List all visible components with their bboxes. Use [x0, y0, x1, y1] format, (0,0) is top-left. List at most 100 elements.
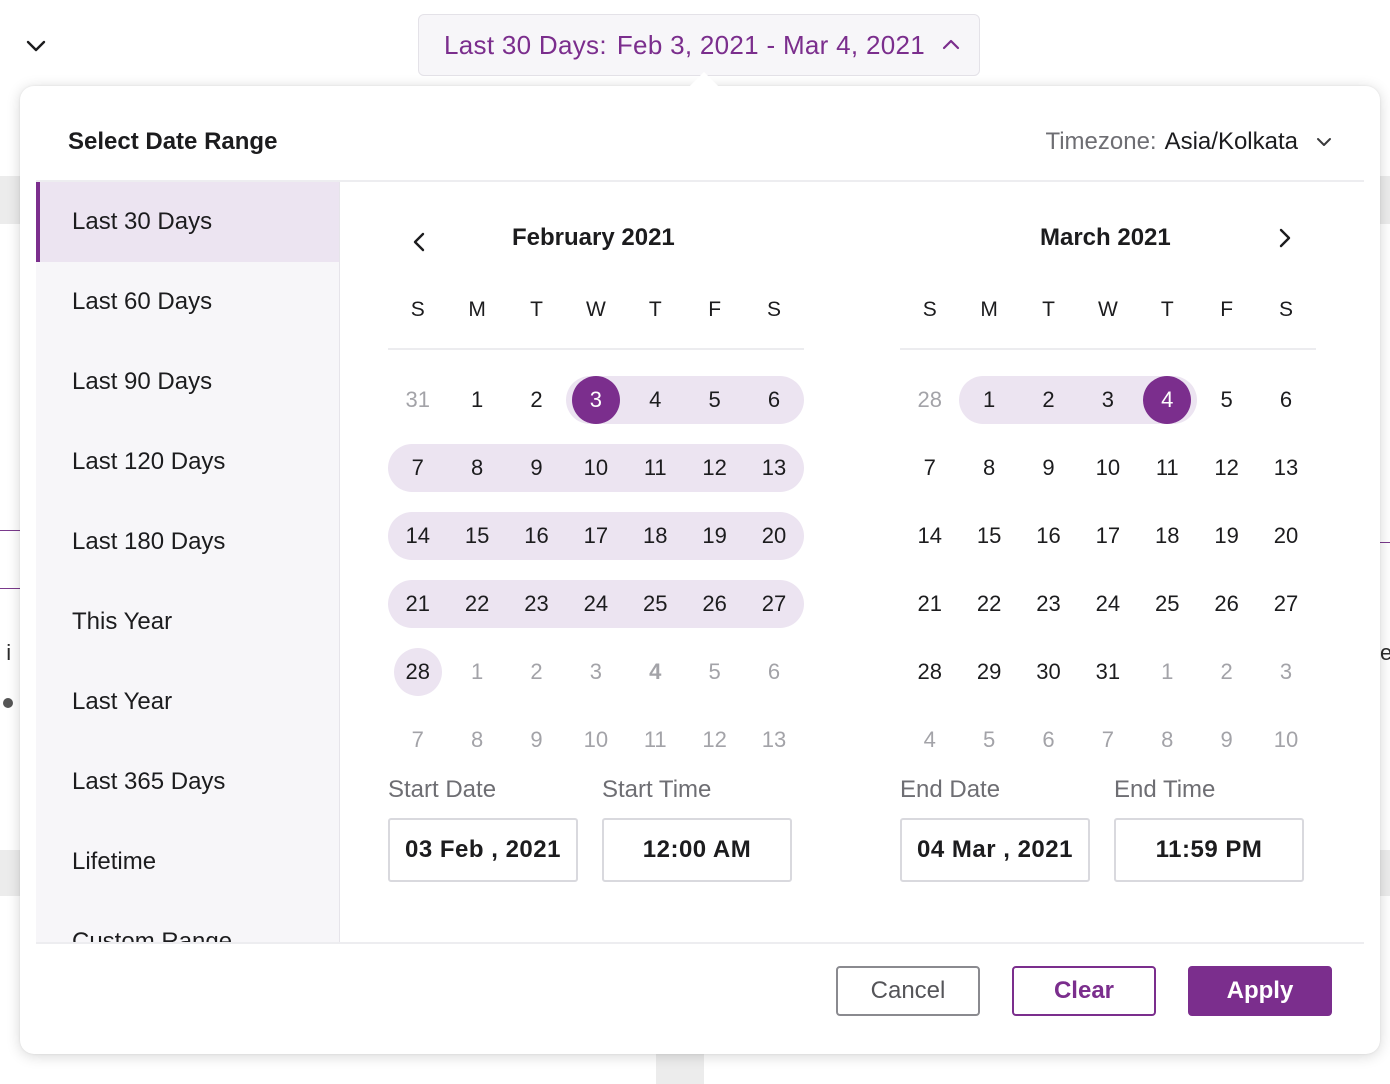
preset-option[interactable]: Last 90 Days	[36, 342, 339, 422]
start-time-field[interactable]: 12:00 AM	[602, 818, 792, 882]
day-cell[interactable]: 24	[566, 580, 625, 628]
day-cell[interactable]: 10	[1078, 444, 1137, 492]
preset-option[interactable]: Last 30 Days	[36, 182, 339, 262]
day-cell[interactable]: 31	[1078, 648, 1137, 696]
day-cell[interactable]: 27	[1256, 580, 1315, 628]
chevron-down-icon[interactable]	[24, 34, 48, 58]
day-cell[interactable]: 1	[1138, 648, 1197, 696]
day-cell[interactable]: 3	[566, 376, 625, 424]
day-cell[interactable]: 5	[685, 376, 744, 424]
prev-month-icon[interactable]	[406, 228, 434, 256]
day-cell[interactable]: 10	[1256, 716, 1315, 764]
day-cell[interactable]: 2	[1197, 648, 1256, 696]
day-cell[interactable]: 4	[1138, 376, 1197, 424]
day-cell[interactable]: 10	[566, 716, 625, 764]
day-cell[interactable]: 15	[447, 512, 506, 560]
preset-option[interactable]: Last 365 Days	[36, 742, 339, 822]
day-cell[interactable]: 7	[388, 444, 447, 492]
day-cell[interactable]: 15	[959, 512, 1018, 560]
day-cell[interactable]: 7	[900, 444, 959, 492]
day-cell[interactable]: 20	[1256, 512, 1315, 560]
day-cell[interactable]: 19	[1197, 512, 1256, 560]
day-cell[interactable]: 8	[959, 444, 1018, 492]
day-cell[interactable]: 10	[566, 444, 625, 492]
day-cell[interactable]: 2	[507, 648, 566, 696]
day-cell[interactable]: 2	[1019, 376, 1078, 424]
day-cell[interactable]: 19	[685, 512, 744, 560]
day-cell[interactable]: 23	[1019, 580, 1078, 628]
day-cell[interactable]: 7	[388, 716, 447, 764]
day-cell[interactable]: 6	[744, 648, 803, 696]
day-cell[interactable]: 1	[447, 648, 506, 696]
preset-option[interactable]: Last 120 Days	[36, 422, 339, 502]
day-cell[interactable]: 17	[1078, 512, 1137, 560]
cancel-button[interactable]: Cancel	[836, 966, 980, 1016]
day-cell[interactable]: 24	[1078, 580, 1137, 628]
day-cell[interactable]: 29	[959, 648, 1018, 696]
day-cell[interactable]: 18	[1138, 512, 1197, 560]
day-cell[interactable]: 5	[959, 716, 1018, 764]
clear-button[interactable]: Clear	[1012, 966, 1156, 1016]
day-cell[interactable]: 14	[388, 512, 447, 560]
day-cell[interactable]: 9	[507, 444, 566, 492]
day-cell[interactable]: 1	[959, 376, 1018, 424]
day-cell[interactable]: 8	[1138, 716, 1197, 764]
day-cell[interactable]: 21	[900, 580, 959, 628]
day-cell[interactable]: 16	[1019, 512, 1078, 560]
day-cell[interactable]: 28	[388, 648, 447, 696]
day-cell[interactable]: 6	[744, 376, 803, 424]
day-cell[interactable]: 12	[685, 444, 744, 492]
day-cell[interactable]: 16	[507, 512, 566, 560]
day-cell[interactable]: 23	[507, 580, 566, 628]
day-cell[interactable]: 21	[388, 580, 447, 628]
end-time-field[interactable]: 11:59 PM	[1114, 818, 1304, 882]
day-cell[interactable]: 26	[1197, 580, 1256, 628]
day-cell[interactable]: 2	[507, 376, 566, 424]
day-cell[interactable]: 9	[1197, 716, 1256, 764]
day-cell[interactable]: 13	[1256, 444, 1315, 492]
day-cell[interactable]: 12	[685, 716, 744, 764]
day-cell[interactable]: 6	[1019, 716, 1078, 764]
day-cell[interactable]: 30	[1019, 648, 1078, 696]
preset-option[interactable]: Custom Range	[36, 902, 339, 942]
day-cell[interactable]: 11	[626, 716, 685, 764]
day-cell[interactable]: 13	[744, 444, 803, 492]
preset-option[interactable]: This Year	[36, 582, 339, 662]
day-cell[interactable]: 8	[447, 444, 506, 492]
day-cell[interactable]: 6	[1256, 376, 1315, 424]
day-cell[interactable]: 9	[507, 716, 566, 764]
day-cell[interactable]: 4	[626, 648, 685, 696]
day-cell[interactable]: 8	[447, 716, 506, 764]
day-cell[interactable]: 27	[744, 580, 803, 628]
day-cell[interactable]: 20	[744, 512, 803, 560]
day-cell[interactable]: 5	[1197, 376, 1256, 424]
date-range-trigger[interactable]: Last 30 Days: Feb 3, 2021 - Mar 4, 2021	[418, 14, 980, 76]
start-date-field[interactable]: 03 Feb , 2021	[388, 818, 578, 882]
preset-option[interactable]: Last Year	[36, 662, 339, 742]
preset-option[interactable]: Last 60 Days	[36, 262, 339, 342]
day-cell[interactable]: 28	[900, 648, 959, 696]
day-cell[interactable]: 26	[685, 580, 744, 628]
day-cell[interactable]: 7	[1078, 716, 1137, 764]
day-cell[interactable]: 25	[626, 580, 685, 628]
day-cell[interactable]: 11	[626, 444, 685, 492]
day-cell[interactable]: 5	[685, 648, 744, 696]
preset-option[interactable]: Last 180 Days	[36, 502, 339, 582]
day-cell[interactable]: 3	[566, 648, 625, 696]
day-cell[interactable]: 9	[1019, 444, 1078, 492]
day-cell[interactable]: 22	[447, 580, 506, 628]
day-cell[interactable]: 28	[900, 376, 959, 424]
day-cell[interactable]: 18	[626, 512, 685, 560]
preset-option[interactable]: Lifetime	[36, 822, 339, 902]
end-date-field[interactable]: 04 Mar , 2021	[900, 818, 1090, 882]
day-cell[interactable]: 17	[566, 512, 625, 560]
day-cell[interactable]: 25	[1138, 580, 1197, 628]
day-cell[interactable]: 11	[1138, 444, 1197, 492]
day-cell[interactable]: 3	[1256, 648, 1315, 696]
day-cell[interactable]: 12	[1197, 444, 1256, 492]
day-cell[interactable]: 22	[959, 580, 1018, 628]
day-cell[interactable]: 3	[1078, 376, 1137, 424]
apply-button[interactable]: Apply	[1188, 966, 1332, 1016]
day-cell[interactable]: 14	[900, 512, 959, 560]
day-cell[interactable]: 13	[744, 716, 803, 764]
